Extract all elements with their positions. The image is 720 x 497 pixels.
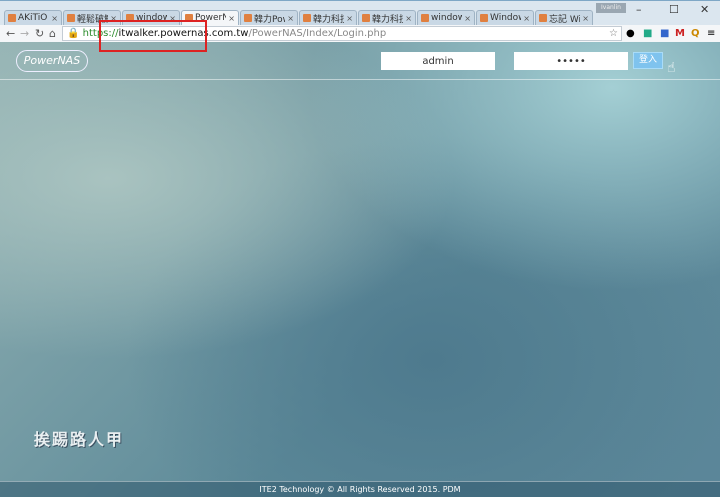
login-button[interactable]: 登入 [633, 52, 663, 69]
tab[interactable]: 韓力科技× [299, 10, 357, 25]
close-tab-icon[interactable]: × [346, 14, 353, 23]
url-path: /PowerNAS/Index/Login.php [248, 28, 387, 39]
extension-icon[interactable]: ■ [643, 28, 652, 39]
tab-strip: AKiTiO 1×輕鬆破解×window×PowerN×韓力Pow×韓力科技×韓… [4, 10, 594, 25]
favicon-icon [421, 14, 429, 22]
url-highlight-box [99, 20, 207, 52]
close-tab-icon[interactable]: × [405, 14, 412, 23]
favicon-icon [244, 14, 252, 22]
favicon-icon [480, 14, 488, 22]
search-extension-icon[interactable]: Q [691, 28, 700, 39]
footer: ITE2 Technology © All Rights Reserved 20… [0, 481, 720, 497]
tab-label: window [431, 13, 463, 23]
password-input[interactable] [514, 52, 628, 70]
hand-cursor-icon: ☝ [667, 60, 676, 76]
close-tab-icon[interactable]: × [51, 14, 58, 23]
translate-icon[interactable]: ■ [660, 28, 669, 39]
close-tab-icon[interactable]: × [523, 14, 530, 23]
tab[interactable]: window × [417, 10, 475, 25]
close-tab-icon[interactable]: × [228, 14, 235, 23]
tab[interactable]: 韓力Pow× [240, 10, 298, 25]
favicon-icon [362, 14, 370, 22]
tab[interactable]: 韓力科技× [358, 10, 416, 25]
favicon-icon [67, 14, 75, 22]
tab[interactable]: AKiTiO 1× [4, 10, 62, 25]
home-icon[interactable]: ⌂ [49, 27, 56, 40]
powernas-logo: PowerNAS [16, 50, 88, 72]
menu-icon[interactable]: ≡ [707, 28, 715, 39]
tab-label: 韓力科技 [372, 14, 403, 25]
forward-icon[interactable]: → [20, 27, 29, 40]
back-icon[interactable]: ← [6, 27, 15, 40]
gmail-icon[interactable]: M [675, 28, 685, 39]
favicon-icon [303, 14, 311, 22]
tab[interactable]: Window× [476, 10, 534, 25]
close-tab-icon[interactable]: × [287, 14, 294, 23]
username-input[interactable] [381, 52, 495, 70]
user-badge[interactable]: Ivanlin [596, 3, 626, 13]
star-icon[interactable]: ☆ [609, 28, 618, 39]
tab-label: 韓力Pow [254, 14, 285, 25]
tab-label: AKiTiO 1 [18, 13, 49, 23]
tab-label: 韓力科技 [313, 14, 344, 25]
close-tab-icon[interactable]: × [582, 14, 589, 23]
reload-icon[interactable]: ↻ [35, 27, 44, 40]
favicon-icon [539, 14, 547, 22]
watermark: 挨踢路人甲 [34, 430, 125, 449]
minimize-button[interactable]: – [636, 3, 642, 16]
login-page: PowerNAS 登入 ☝ 挨踢路人甲 ITE2 Technology © Al… [0, 42, 720, 497]
maximize-button[interactable]: ☐ [669, 3, 679, 16]
evernote-icon[interactable]: ● [626, 28, 635, 39]
close-window-button[interactable]: ✕ [700, 3, 709, 16]
tab-label: Window [490, 13, 521, 23]
lock-icon: 🔒 [67, 28, 80, 39]
tab-label: 忘記 Win [549, 14, 580, 25]
tab[interactable]: 忘記 Win× [535, 10, 593, 25]
favicon-icon [8, 14, 16, 22]
close-tab-icon[interactable]: × [464, 14, 471, 23]
